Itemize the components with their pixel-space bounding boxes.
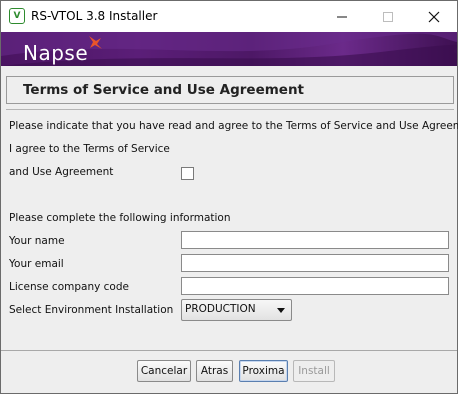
brand-spark-icon — [89, 36, 102, 49]
license-code-field[interactable] — [181, 277, 449, 295]
header-divider — [6, 109, 454, 110]
app-icon: V — [9, 8, 25, 24]
section-header: Terms of Service and Use Agreement — [6, 76, 454, 104]
environment-selected-value: PRODUCTION — [185, 303, 256, 315]
window-title: RS-VTOL 3.8 Installer — [31, 9, 158, 23]
minimize-button[interactable] — [319, 1, 365, 32]
environment-select[interactable]: PRODUCTION — [181, 299, 292, 321]
agreement-label-line2: and Use Agreement — [9, 166, 114, 178]
installer-window: V RS-VTOL 3.8 Installer Napse Terms of S… — [0, 0, 458, 394]
form-intro-text: Please complete the following informatio… — [9, 212, 231, 224]
cancel-button[interactable]: Cancelar — [137, 360, 191, 382]
license-code-label: License company code — [9, 281, 129, 293]
agreement-intro-text: Please indicate that you have read and a… — [9, 120, 458, 132]
close-button[interactable] — [411, 1, 457, 32]
chevron-down-icon — [277, 308, 285, 313]
maximize-icon — [383, 12, 393, 22]
main-panel: Terms of Service and Use Agreement Pleas… — [1, 66, 458, 350]
brand-banner: Napse — [1, 32, 457, 66]
close-icon — [428, 11, 440, 23]
brand-logo-text: Napse — [23, 41, 89, 65]
name-field[interactable] — [181, 231, 449, 249]
button-bar: Cancelar Atras Proxima Install — [1, 351, 457, 393]
minimize-icon — [337, 16, 347, 18]
environment-label: Select Environment Installation — [9, 304, 174, 316]
name-label: Your name — [9, 235, 65, 247]
maximize-button — [365, 1, 411, 32]
page-title: Terms of Service and Use Agreement — [23, 82, 305, 98]
agreement-label-line1: I agree to the Terms of Service — [9, 143, 170, 155]
title-bar[interactable]: V RS-VTOL 3.8 Installer — [1, 1, 457, 32]
install-button: Install — [293, 360, 335, 382]
next-button[interactable]: Proxima — [239, 360, 288, 382]
agree-checkbox[interactable] — [181, 167, 194, 180]
email-label: Your email — [9, 258, 64, 270]
back-button[interactable]: Atras — [196, 360, 233, 382]
email-field[interactable] — [181, 254, 449, 272]
